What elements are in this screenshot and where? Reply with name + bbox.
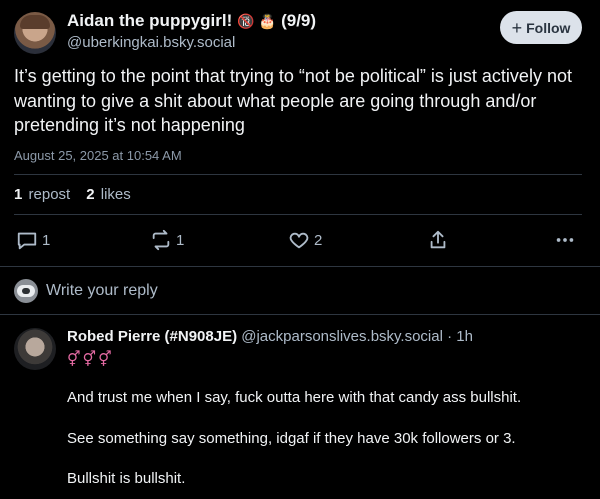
author-name-text: Aidan the puppygirl! — [67, 11, 233, 30]
reply-post: Robed Pierre (#N908JE) @jackparsonslives… — [0, 316, 600, 499]
author-avatar[interactable] — [14, 12, 56, 54]
share-button[interactable] — [427, 226, 449, 254]
likes-stat[interactable]: 2 likes — [86, 186, 131, 203]
follow-label: Follow — [526, 19, 571, 36]
like-count: 2 — [314, 231, 323, 249]
reply-text-line: Bullshit is bullshit. — [67, 470, 186, 487]
post-text: It’s getting to the point that trying to… — [14, 66, 572, 135]
post-timestamp: August 25, 2025 at 10:54 AM — [14, 148, 182, 163]
likes-count: 2 — [86, 186, 95, 203]
reposts-count: 1 — [14, 186, 23, 203]
follow-button[interactable]: + Follow — [500, 11, 582, 44]
reply-author-meta: Robed Pierre (#N908JE) @jackparsonslives… — [67, 328, 473, 345]
share-icon — [430, 230, 446, 249]
reply-age: 1h — [456, 328, 473, 345]
meta-separator: · — [447, 328, 453, 345]
reply-author-handle[interactable]: @jackparsonslives.bsky.social — [241, 328, 443, 345]
reposts-label: repost — [28, 186, 71, 203]
current-user-avatar — [14, 279, 38, 303]
more-dots-icon — [556, 238, 574, 242]
reply-bubble-icon — [17, 232, 37, 250]
reply-input-placeholder[interactable]: Write your reply — [46, 282, 158, 300]
reply-text-line: And trust me when I say, fuck outta here… — [67, 389, 522, 406]
author-name[interactable]: Aidan the puppygirl! 🔞 🎂 (9/9) — [67, 11, 316, 31]
reply-author-name[interactable]: Robed Pierre (#N908JE) — [67, 328, 237, 345]
author-name-suffix: (9/9) — [281, 11, 317, 30]
reposts-stat[interactable]: 1 repost — [14, 186, 70, 203]
reply-count: 1 — [42, 231, 51, 249]
reply-button[interactable]: 1 — [16, 226, 50, 254]
heart-icon — [289, 232, 309, 249]
reply-author-badges: ⚥⚥⚥ — [67, 350, 114, 368]
action-bar: 1 1 2 — [14, 226, 584, 254]
repost-count: 1 — [176, 231, 185, 249]
author-handle[interactable]: @uberkingkai.bsky.social — [67, 34, 235, 51]
repost-icon — [152, 229, 170, 251]
more-options-button[interactable] — [554, 226, 576, 254]
divider — [14, 174, 582, 175]
post-stats: 1 repost 2 likes — [14, 186, 131, 203]
plus-icon: + — [511, 17, 523, 38]
divider — [14, 214, 582, 215]
reply-text-line: See something say something, idgaf if th… — [67, 430, 516, 447]
reply-composer[interactable]: Write your reply — [0, 266, 600, 315]
reply-author-avatar[interactable] — [14, 328, 56, 370]
repost-button[interactable]: 1 — [150, 226, 184, 254]
author-emoji: 🔞 🎂 — [237, 14, 277, 30]
like-button[interactable]: 2 — [288, 226, 322, 254]
likes-label: likes — [100, 186, 131, 203]
